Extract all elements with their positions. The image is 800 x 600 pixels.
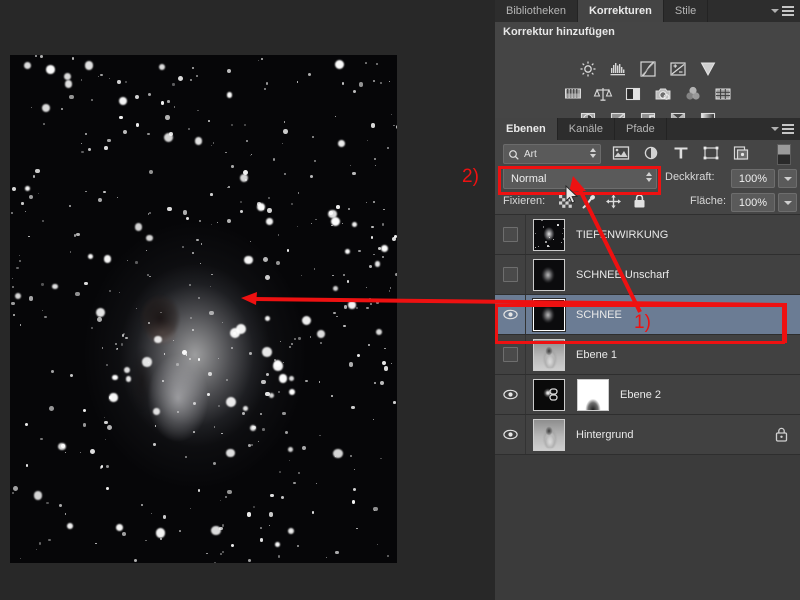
layer-name-label: Hintergrund [576,428,634,441]
tab-bibliotheken-label: Bibliotheken [506,5,566,17]
layer-row-hintergrund[interactable]: Hintergrund [495,415,800,455]
document-area [0,0,495,600]
filter-shape-layers-icon[interactable] [702,145,720,161]
levels-icon[interactable] [608,60,628,78]
lock-position-icon[interactable] [605,193,622,210]
adjustment-icons-row-1 [495,60,800,78]
tab-korrekturen[interactable]: Korrekturen [577,0,664,22]
layer-visibility-toggle[interactable] [495,295,526,334]
tab-kanaele[interactable]: Kanäle [557,118,615,140]
brightness-contrast-icon[interactable] [578,60,598,78]
mask-link-icon[interactable] [548,388,559,401]
layer-visibility-toggle[interactable] [495,335,526,374]
layers-panel: Ebenen Kanäle Pfade Art Normal Deckkraft… [495,118,800,600]
vibrance-icon[interactable] [698,60,718,78]
photo-filter-icon[interactable] [653,85,673,103]
filter-pixel-layers-icon[interactable] [612,145,630,161]
filter-type-layers-icon[interactable] [672,145,690,161]
opacity-label: Deckkraft: [665,171,715,183]
layer-visibility-toggle[interactable] [495,255,526,294]
color-lookup-icon[interactable] [713,85,733,103]
filter-smart-object-icon[interactable] [732,145,750,161]
layer-visibility-toggle[interactable] [495,375,526,414]
color-balance-icon[interactable] [593,85,613,103]
lock-all-icon[interactable] [631,193,648,210]
blend-mode-label: Normal [511,172,547,185]
opacity-value[interactable]: 100% [731,169,775,188]
layer-mask-thumbnail[interactable] [577,378,609,411]
layer-row-tiefenwirkung[interactable]: TIEFENWIRKUNG [495,215,800,255]
filter-enable-toggle[interactable] [777,144,791,165]
layer-row-schnee[interactable]: SCHNEE [495,295,800,335]
blend-mode-row: Normal Deckkraft: 100% [495,166,800,190]
layer-name-label: TIEFENWIRKUNG [576,228,669,241]
tab-kanaele-label: Kanäle [568,123,603,135]
eye-empty-icon [502,227,518,242]
layer-thumbnail[interactable] [533,218,565,251]
fill-label: Fläche: [690,195,727,207]
adjustments-panel: Korrektur hinzufügen [495,22,800,126]
layer-visibility-toggle[interactable] [495,215,526,254]
tab-stile-label: Stile [674,5,697,17]
adjustments-tab-bar: Bibliotheken Korrekturen Stile [495,0,800,23]
layer-thumbnail[interactable] [533,338,565,371]
curves-icon[interactable] [638,60,658,78]
adjustments-panel-menu-icon[interactable] [771,5,794,17]
adjustments-title: Korrektur hinzufügen [503,26,615,38]
tab-ebenen[interactable]: Ebenen [495,118,558,140]
tab-korrekturen-label: Korrekturen [588,5,652,17]
chevron-updown-icon[interactable] [590,148,596,158]
blend-mode-select[interactable]: Normal [503,168,657,189]
layer-thumbnail[interactable] [533,258,565,291]
tab-stile[interactable]: Stile [663,0,709,22]
layer-name-label: Ebene 1 [576,348,617,361]
layer-row-ebene-2[interactable]: Ebene 2 [495,375,800,415]
glowing-figure [120,270,250,470]
eye-empty-icon [502,347,518,362]
layer-locked-icon [775,427,788,442]
lock-transparent-pixels-icon[interactable] [557,193,574,210]
layer-kind-label: Art [524,148,537,160]
layers-tab-bar: Ebenen Kanäle Pfade [495,118,800,141]
layer-thumbnail[interactable] [533,298,565,331]
fill-value[interactable]: 100% [731,193,775,212]
layer-name-label: SCHNEE [576,308,622,321]
layer-name-label: SCHNEE Unscharf [576,268,669,281]
tab-pfade[interactable]: Pfade [615,118,667,140]
image-canvas[interactable] [10,55,397,563]
layer-filter-row: Art [495,140,800,167]
search-icon [508,148,520,160]
chevron-updown-icon[interactable] [646,172,652,182]
channel-mixer-icon[interactable] [683,85,703,103]
tab-ebenen-label: Ebenen [506,123,546,135]
hue-saturation-icon[interactable] [563,85,583,103]
opacity-dropdown-icon[interactable] [778,169,797,188]
layer-name-label: Ebene 2 [620,388,661,401]
layer-row-schnee-unscharf[interactable]: SCHNEE Unscharf [495,255,800,295]
tab-pfade-label: Pfade [626,123,655,135]
layer-visibility-toggle[interactable] [495,415,526,454]
filter-adjustment-layers-icon[interactable] [642,145,660,161]
lock-image-pixels-icon[interactable] [581,193,598,210]
adjustment-icons-row-2 [495,85,800,103]
layer-list: TIEFENWIRKUNG SCHNEE Unscharf SCHNEE Ebene … [495,215,800,600]
lock-label: Fixieren: [503,195,546,207]
layer-thumbnail[interactable] [533,418,565,451]
exposure-icon[interactable] [668,60,688,78]
layer-row-ebene-1[interactable]: Ebene 1 [495,335,800,375]
photoshop-window: Bibliotheken Korrekturen Stile Korrektur… [0,0,800,600]
tab-bibliotheken[interactable]: Bibliotheken [495,0,578,22]
layer-kind-select[interactable]: Art [503,144,601,164]
black-white-icon[interactable] [623,85,643,103]
eye-empty-icon [502,267,518,282]
fill-dropdown-icon[interactable] [778,193,797,212]
right-dock: Bibliotheken Korrekturen Stile Korrektur… [495,0,800,600]
lock-row: Fixieren: Fläche: 100% [495,190,800,215]
layers-panel-menu-icon[interactable] [771,123,794,135]
